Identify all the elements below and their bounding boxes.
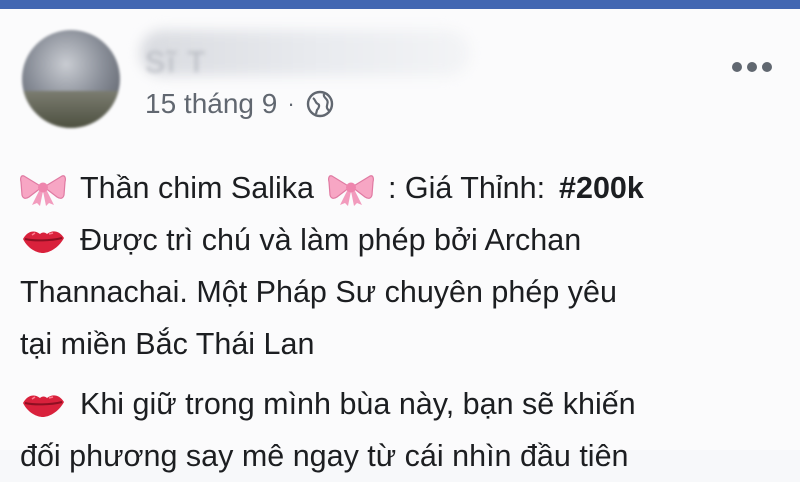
kiss-lips-icon: [20, 386, 66, 422]
price-hashtag[interactable]: #200k: [559, 162, 644, 214]
ribbon-icon: [327, 170, 374, 206]
post-line-4: tại miền Bắc Thái Lan: [20, 318, 795, 370]
post-line-1: Thần chim Salika : Giá Thỉnh: #200k: [20, 162, 795, 214]
post-line-3: Thannachai. Một Pháp Sư chuyên phép yêu: [20, 266, 795, 318]
avatar[interactable]: [22, 30, 120, 128]
author-name[interactable]: Sĩ T: [145, 46, 207, 80]
kiss-lips-icon: [20, 222, 66, 258]
post-title: Thần chim Salika: [80, 171, 314, 205]
more-dot-icon: [747, 62, 757, 72]
para-2-line-3: tại miền Bắc Thái Lan: [20, 327, 315, 361]
post-line-6: đối phương say mê ngay từ cái nhìn đầu t…: [20, 430, 795, 482]
price-label: : Giá Thỉnh:: [387, 171, 546, 205]
meta-separator: ·: [287, 91, 295, 116]
more-options-button[interactable]: [728, 58, 776, 76]
para-2-line-2: Thannachai. Một Pháp Sư chuyên phép yêu: [20, 275, 617, 309]
more-dot-icon: [732, 62, 742, 72]
post-date[interactable]: 15 tháng 9: [145, 88, 277, 120]
globe-icon[interactable]: [305, 89, 335, 119]
post-text: Thần chim Salika : Giá Thỉnh: #200k Được: [20, 162, 795, 482]
more-dot-icon: [762, 62, 772, 72]
post-line-2: Được trì chú và làm phép bởi Archan: [20, 214, 795, 266]
top-bar: [0, 0, 800, 9]
post-line-5: Khi giữ trong mình bùa này, bạn sẽ khiến: [20, 378, 795, 430]
ribbon-icon: [20, 170, 66, 206]
para-2-line-1: Được trì chú và làm phép bởi Archan: [80, 223, 582, 257]
para-3-line-2: đối phương say mê ngay từ cái nhìn đầu t…: [20, 439, 629, 473]
post-meta: 15 tháng 9 ·: [145, 88, 335, 120]
para-3-line-1: Khi giữ trong mình bùa này, bạn sẽ khiến: [80, 387, 636, 421]
